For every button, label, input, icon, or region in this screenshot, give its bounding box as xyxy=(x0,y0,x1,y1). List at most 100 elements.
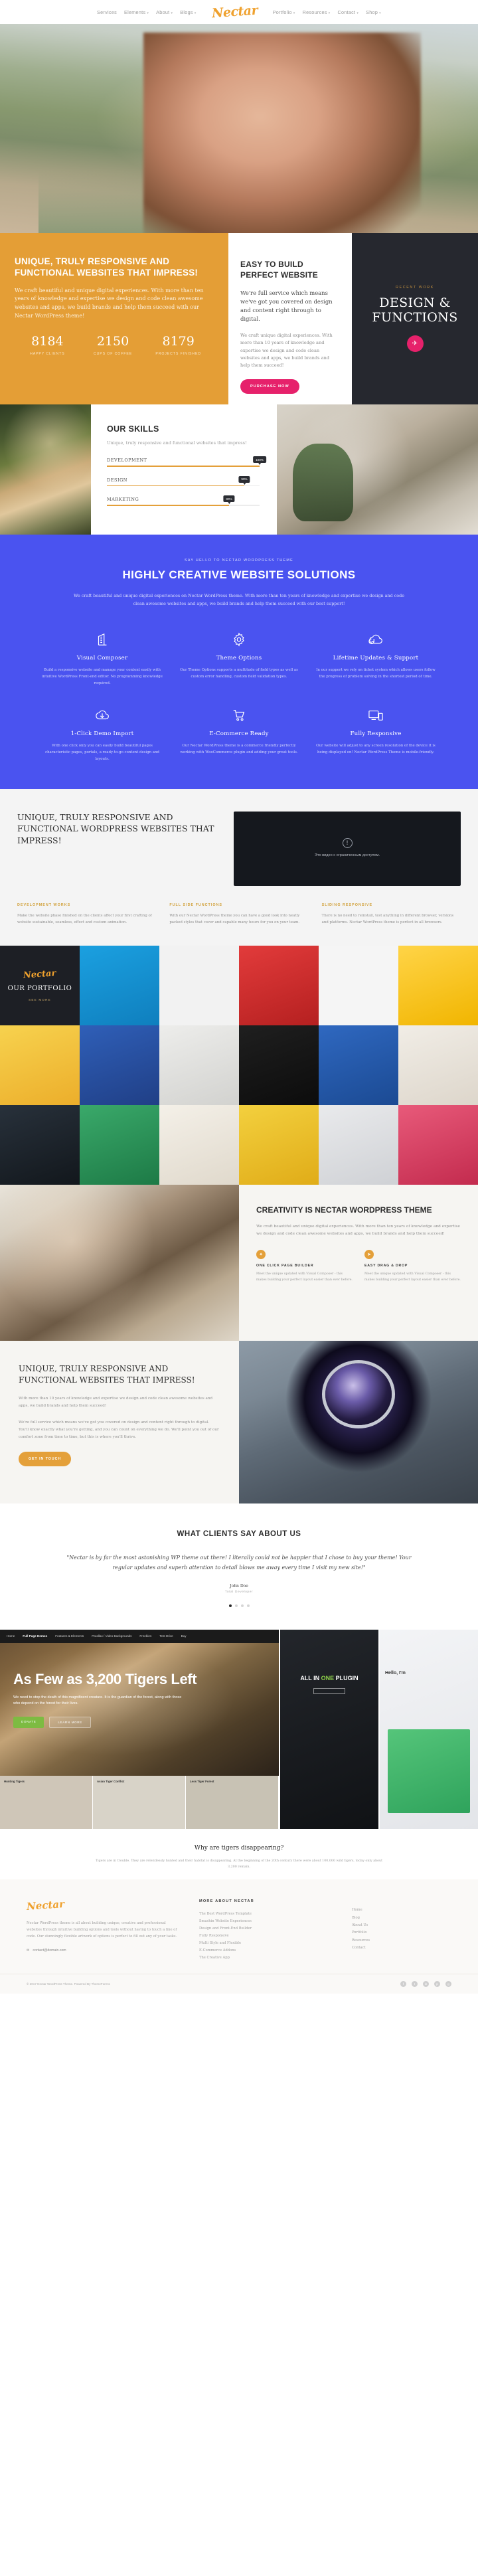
see-more-link[interactable]: SEE MORE xyxy=(29,998,51,1001)
showcase-card[interactable]: Less Tiger Forest xyxy=(186,1775,279,1829)
portfolio-item[interactable] xyxy=(398,945,478,1025)
footer-email[interactable]: ✉ contact@domain.com xyxy=(27,1948,179,1952)
showcase-nav-item[interactable]: Parallax / Video Backgrounds xyxy=(92,1634,131,1638)
learn-more-button[interactable]: LEARN MORE xyxy=(49,1716,91,1728)
portfolio-item[interactable] xyxy=(159,945,239,1025)
portfolio-item[interactable] xyxy=(239,1104,319,1185)
features-eyebrow: SAY HELLO TO NECTAR WORDPRESS THEME xyxy=(184,558,294,562)
footer-link[interactable]: Smashin Website Experiences xyxy=(199,1918,332,1925)
easy-build-panel: EASY TO BUILD PERFECT WEBSITE We're full… xyxy=(228,233,352,404)
pinterest-icon[interactable]: p xyxy=(434,1980,440,1987)
carousel-dot[interactable] xyxy=(240,1604,244,1607)
nav-label: Services xyxy=(97,9,117,15)
nav-item-elements[interactable]: Elements ▾ xyxy=(124,9,149,15)
showcase-card[interactable]: Hunting Tigers xyxy=(0,1775,93,1829)
footer-link[interactable]: About Us xyxy=(352,1922,370,1929)
footer-link[interactable]: Home xyxy=(352,1907,370,1914)
purchase-now-button[interactable]: PURCHASE NOW xyxy=(240,379,299,394)
plugin-title-highlight: ONE xyxy=(321,1674,335,1681)
portfolio-item[interactable] xyxy=(398,1025,478,1105)
feature-title: Lifetime Updates & Support xyxy=(333,654,419,661)
donate-button[interactable]: DONATE xyxy=(13,1716,44,1728)
showcase-nav-item[interactable]: Buy xyxy=(181,1634,187,1638)
recent-work-title: DESIGN & FUNCTIONS xyxy=(372,295,458,325)
testimonial-author: John Doe xyxy=(230,1583,248,1589)
nav-item-shop[interactable]: Shop ▾ xyxy=(366,9,381,15)
showcase-card[interactable]: Asian Tiger Conflict xyxy=(93,1775,186,1829)
portfolio-item[interactable] xyxy=(159,1104,239,1185)
portfolio-item[interactable] xyxy=(80,1025,159,1105)
portfolio-item[interactable] xyxy=(319,1025,398,1105)
skill-track xyxy=(107,485,260,487)
showcase-nav-item[interactable]: Test Drive xyxy=(159,1634,173,1638)
showcase-nav-item-active[interactable]: Full Page Demos xyxy=(23,1634,47,1638)
carousel-dot[interactable] xyxy=(246,1604,250,1607)
plugin-learn-more-button[interactable] xyxy=(313,1687,345,1694)
google-plus-icon[interactable]: g xyxy=(445,1980,451,1987)
nav-label: Resources xyxy=(302,9,327,15)
creativity-item-text: Meet the unique updated with Visual Comp… xyxy=(256,1272,353,1282)
skills-subtitle: Unique, truly responsive and functional … xyxy=(107,440,247,446)
footer-links-col-1: MORE ABOUT NECTAR The Best WordPress Tem… xyxy=(199,1899,332,1961)
video-column-text: Make the website phase finished on the c… xyxy=(17,913,152,924)
stat-item: 2150 CUPS OF COFFEE xyxy=(80,335,146,357)
footer-link[interactable]: Multi Style and Flexible xyxy=(199,1940,332,1947)
showcase-nav-item[interactable]: Freebies xyxy=(139,1634,151,1638)
portfolio-item[interactable] xyxy=(319,945,398,1025)
showcase-primary: Home Full Page Demos Features & Elements… xyxy=(0,1629,279,1829)
portfolio-item[interactable] xyxy=(319,1104,398,1185)
footer-link[interactable]: The Creative App xyxy=(199,1954,332,1962)
portfolio-item[interactable] xyxy=(398,1104,478,1185)
footer-link[interactable]: Fully Responsive xyxy=(199,1932,332,1940)
carousel-dot[interactable] xyxy=(228,1604,232,1607)
showcase-nav-item[interactable]: Features & Elements xyxy=(55,1634,84,1638)
plugin-title-pre: ALL IN xyxy=(300,1674,321,1681)
portfolio-item[interactable] xyxy=(159,1025,239,1105)
showcase-plugin-panel[interactable]: ALL IN ONE PLUGIN xyxy=(279,1629,378,1829)
site-logo[interactable]: Nectar xyxy=(211,3,258,21)
portfolio-item[interactable] xyxy=(0,1104,80,1185)
footer-link[interactable]: Contact xyxy=(352,1944,370,1952)
portfolio-item[interactable] xyxy=(0,1025,80,1105)
recent-work-eyebrow: RECENT WORK xyxy=(396,285,434,290)
footer-link[interactable]: Blog xyxy=(352,1915,370,1922)
carousel-dot[interactable] xyxy=(234,1604,238,1607)
nav-label: Contact xyxy=(337,9,356,15)
footer-link[interactable]: Resources xyxy=(352,1937,370,1944)
footer-link[interactable]: Portfolio xyxy=(352,1929,370,1936)
footer-link[interactable]: E-Commerce Addons xyxy=(199,1947,332,1954)
showcase-nav-item[interactable]: Home xyxy=(7,1634,15,1638)
portfolio-grid: Nectar OUR PORTFOLIO SEE MORE xyxy=(0,945,478,1185)
nav-item-portfolio[interactable]: Portfolio ▾ xyxy=(273,9,295,15)
feature-title: 1-Click Demo Import xyxy=(70,730,134,737)
nav-item-about[interactable]: About ▾ xyxy=(156,9,173,15)
creativity-item-text: Meet the unique updated with Visual Comp… xyxy=(364,1272,461,1282)
video-column: DEVELOPMENT WORKS Make the website phase… xyxy=(17,903,156,926)
showcase-headline: As Few as 3,200 Tigers Left xyxy=(13,1670,197,1687)
get-in-touch-button[interactable]: GET IN TOUCH xyxy=(19,1452,72,1466)
nav-item-services[interactable]: Services xyxy=(97,9,117,15)
portfolio-item[interactable] xyxy=(80,945,159,1025)
skill-row: MARKETING 80% xyxy=(107,495,260,506)
stat-label: HAPPY CLIENTS xyxy=(30,352,65,357)
footer-link[interactable]: Design and Front-End Builder xyxy=(199,1925,332,1932)
skill-percent: 80% xyxy=(223,495,235,505)
nav-item-resources[interactable]: Resources ▾ xyxy=(303,9,331,15)
footer-logo[interactable]: Nectar xyxy=(26,1898,64,1913)
showcase-hello-panel[interactable]: Hello, I'm xyxy=(378,1629,478,1829)
facebook-icon[interactable]: f xyxy=(400,1980,406,1987)
stat-label: PROJECTS FINISHED xyxy=(155,352,201,357)
showcase-card-title: Asian Tiger Conflict xyxy=(97,1779,125,1783)
skill-fill xyxy=(107,485,244,487)
video-player[interactable]: ! Это видео с ограниченным доступом. xyxy=(234,811,461,886)
plane-icon-button[interactable]: ✈ xyxy=(406,335,424,353)
footer-link[interactable]: The Best WordPress Template xyxy=(199,1911,332,1918)
nav-item-contact[interactable]: Contact ▾ xyxy=(337,9,358,15)
portfolio-item[interactable] xyxy=(239,945,319,1025)
footer-link-list: The Best WordPress Template Smashin Webs… xyxy=(199,1911,332,1961)
linkedin-icon[interactable]: in xyxy=(423,1980,429,1987)
portfolio-item[interactable] xyxy=(239,1025,319,1105)
nav-item-blogs[interactable]: Blogs ▾ xyxy=(180,9,196,15)
portfolio-item[interactable] xyxy=(80,1104,159,1185)
twitter-icon[interactable]: t xyxy=(412,1980,418,1987)
